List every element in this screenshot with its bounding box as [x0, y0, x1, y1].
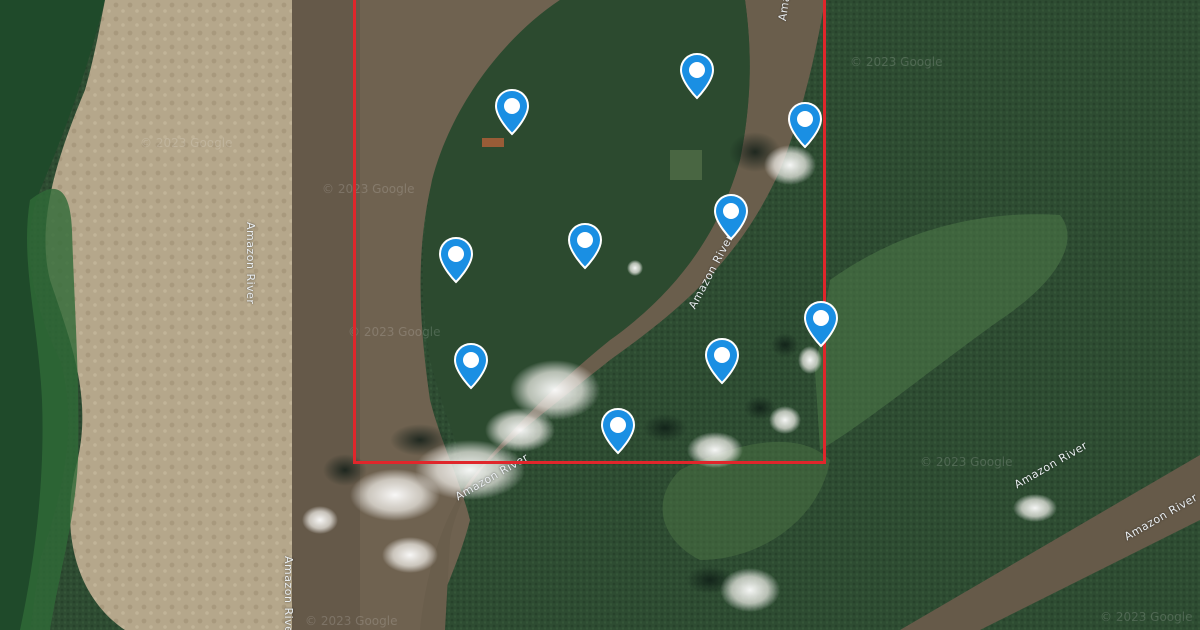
map-pin-icon[interactable]	[453, 342, 489, 390]
map-watermark: © 2023 Google	[850, 55, 943, 69]
map-watermark: © 2023 Google	[920, 455, 1013, 469]
map-pin-icon[interactable]	[494, 88, 530, 136]
map-pin-icon[interactable]	[787, 101, 823, 149]
map-pin-icon[interactable]	[713, 193, 749, 241]
map-pin-icon[interactable]	[600, 407, 636, 455]
map-pin-icon[interactable]	[803, 300, 839, 348]
map-pin-icon[interactable]	[567, 222, 603, 270]
river-label: Amazon River	[282, 556, 295, 630]
map-pin-icon[interactable]	[438, 236, 474, 284]
map-pin-icon[interactable]	[679, 52, 715, 100]
river-label: Amazon River	[244, 222, 257, 305]
map-watermark: © 2023 Google	[305, 614, 398, 628]
map-pin-icon[interactable]	[704, 337, 740, 385]
satellite-map[interactable]: © 2023 Google © 2023 Google © 2023 Googl…	[0, 0, 1200, 630]
map-watermark: © 2023 Google	[140, 136, 233, 150]
map-watermark: © 2023 Google	[1100, 610, 1193, 624]
